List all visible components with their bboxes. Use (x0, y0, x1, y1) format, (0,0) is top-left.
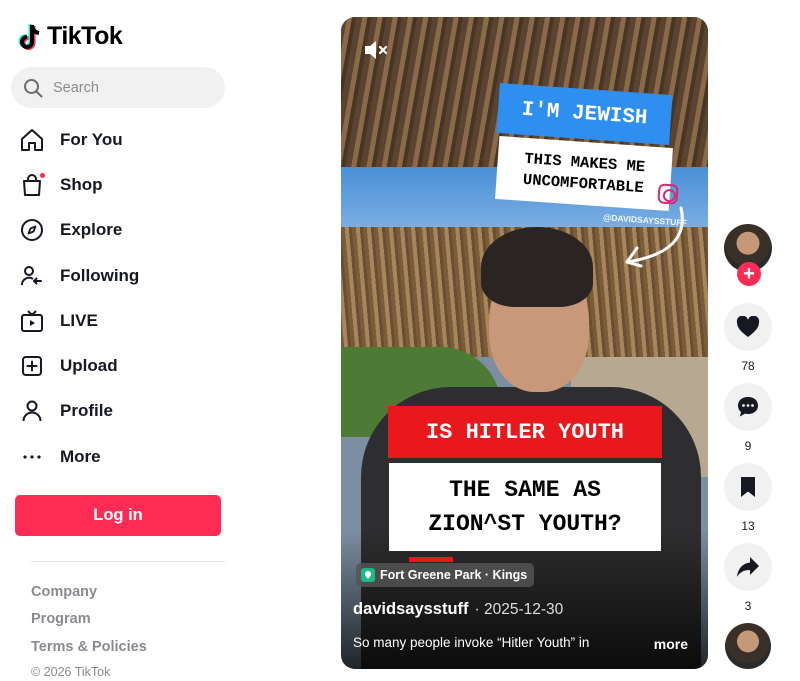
video-person-hair (481, 227, 593, 307)
shopping-bag-icon (19, 172, 45, 198)
location-pin-icon (361, 568, 375, 582)
curved-arrow-icon (625, 206, 684, 268)
caption-question: THE SAME AS ZION^ST YOUTH? (389, 463, 661, 551)
nav-item-upload[interactable]: Upload (0, 343, 240, 388)
share-count: 3 (744, 599, 752, 613)
location-tag[interactable]: Fort Greene Park · Kings (356, 563, 535, 587)
search-placeholder: Search (53, 79, 99, 96)
comment-icon (738, 397, 758, 417)
nav-item-shop[interactable]: Shop (0, 162, 240, 207)
nav-label: LIVE (60, 310, 98, 330)
search-input[interactable]: Search (11, 67, 225, 108)
nav-item-live[interactable]: LIVE (0, 298, 240, 343)
nav-label: More (60, 446, 101, 466)
like-button[interactable] (724, 303, 772, 351)
caption-line: ZION^ST YOUTH? (428, 511, 622, 537)
video-player[interactable]: I'M JEWISH THIS MAKES ME UNCOMFORTABLE @… (341, 17, 708, 669)
bookmark-button[interactable] (724, 463, 772, 511)
speaker-muted-icon (365, 41, 388, 59)
logo-text: TikTok (47, 22, 123, 50)
sidebar: TikTok Search For You Shop Explore Follo… (0, 0, 240, 681)
live-tv-icon (19, 308, 45, 334)
nav-item-for-you[interactable]: For You (0, 117, 240, 162)
mute-button[interactable] (363, 39, 389, 66)
share-arrow-icon (737, 557, 759, 577)
author-line: davidsaysstuff · 2025-12-30 (353, 600, 563, 619)
location-text: Fort Greene Park · Kings (380, 568, 528, 582)
post-date: · 2025-12-30 (474, 601, 564, 618)
share-button[interactable] (724, 543, 772, 591)
notification-dot (40, 172, 45, 178)
search-icon (24, 78, 43, 97)
share-action: 3 (724, 543, 772, 613)
nav-item-profile[interactable]: Profile (0, 389, 240, 434)
save-action: 13 (724, 463, 772, 533)
save-count: 13 (741, 519, 755, 533)
like-count: 78 (741, 359, 755, 373)
tiktok-note-icon (18, 23, 40, 50)
comment-count: 9 (744, 439, 752, 453)
copyright: © 2026 TikTok (31, 664, 111, 679)
caption-red-bar (409, 557, 453, 562)
comment-action: 9 (724, 383, 772, 453)
nav-label: Explore (60, 220, 123, 240)
caption-uncomfortable: THIS MAKES ME UNCOMFORTABLE (495, 136, 673, 211)
nav-label: Shop (60, 174, 103, 194)
action-rail: + 78 9 13 3 (724, 224, 774, 613)
tiktok-logo[interactable]: TikTok (18, 22, 123, 51)
login-button[interactable]: Log in (15, 495, 221, 536)
bookmark-icon (741, 477, 755, 497)
nav-label: Following (60, 265, 140, 285)
nav-item-more[interactable]: More (0, 434, 240, 479)
author-name[interactable]: davidsaysstuff (353, 600, 469, 619)
nav-item-following[interactable]: Following (0, 253, 240, 298)
sidebar-divider (31, 561, 225, 562)
nav-label: Upload (60, 356, 118, 376)
footer-link-company[interactable]: Company (31, 578, 147, 606)
more-link[interactable]: more (654, 636, 688, 652)
follow-plus-icon[interactable]: + (737, 262, 761, 286)
nav-label: Profile (60, 401, 113, 421)
profile-icon (19, 398, 45, 424)
nav-label: For You (60, 129, 123, 149)
next-creator-avatar[interactable] (725, 623, 771, 669)
main-nav: For You Shop Explore Following LIVE Uplo… (0, 117, 240, 479)
compass-icon (19, 217, 45, 243)
footer-link-program[interactable]: Program (31, 606, 147, 634)
nav-item-explore[interactable]: Explore (0, 208, 240, 253)
following-icon (19, 263, 45, 289)
caption-line: THE SAME AS (449, 477, 601, 503)
upload-plus-icon (19, 353, 45, 379)
footer-link-terms[interactable]: Terms & Policies (31, 633, 147, 661)
like-action: 78 (724, 303, 772, 373)
more-dots-icon (19, 444, 45, 470)
heart-icon (736, 316, 760, 337)
caption-hitler-youth: IS HITLER YOUTH (388, 406, 662, 458)
home-icon (19, 127, 45, 153)
creator-avatar[interactable]: + (724, 224, 772, 286)
comment-button[interactable] (724, 383, 772, 431)
sidebar-footer: Company Program Terms & Policies © 2026 … (31, 578, 147, 679)
video-description: So many people invoke “Hitler Youth” in (353, 635, 590, 650)
